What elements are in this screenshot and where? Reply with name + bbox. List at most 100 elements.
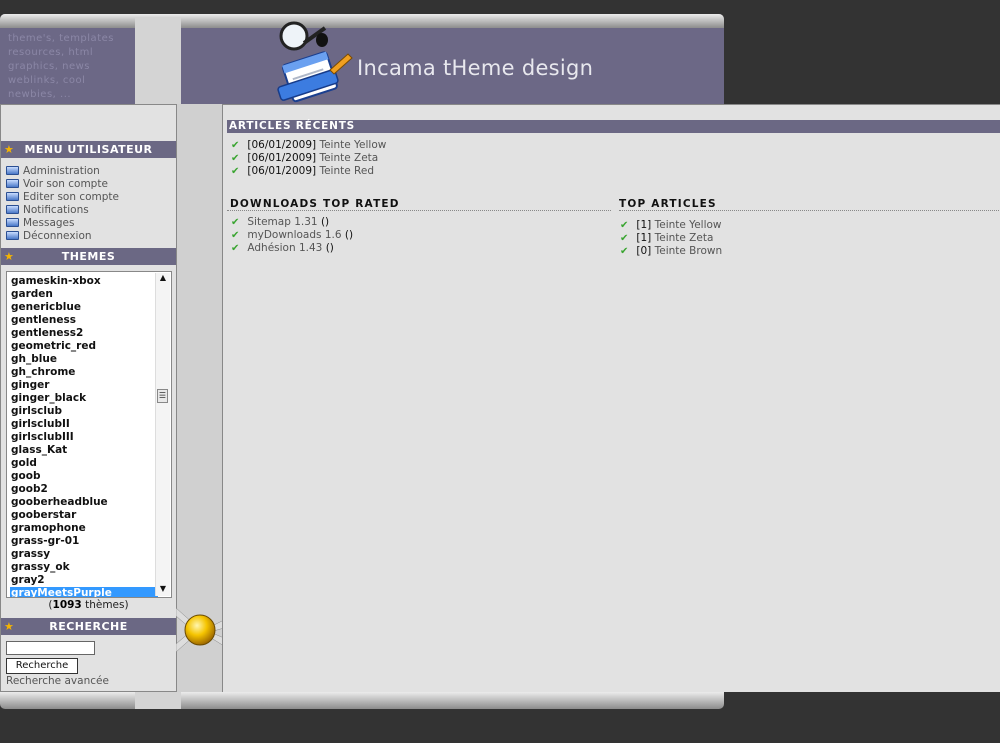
search-input[interactable] [6,641,95,655]
search-title: RECHERCHE [49,620,128,633]
main-content: ARTICLES RÉCENTS ✔ [06/01/2009] Teinte Ye… [222,104,1000,692]
menu-item-label: Voir son compte [23,178,108,190]
theme-option[interactable]: girlsclub [10,405,158,418]
folder-icon [6,179,19,188]
top-articles-title: TOP ARTICLES [619,198,717,210]
list-item: ✔ [1] Teinte Zeta [620,232,722,245]
header-tagline: theme's, templates resources, html graph… [8,32,128,102]
article-link[interactable]: Teinte Yellow [319,139,386,151]
article-hits: [1] [636,219,652,231]
checkmark-icon: ✔ [231,153,240,164]
footer-bar [0,692,724,709]
theme-option[interactable]: garden [10,288,158,301]
download-link[interactable]: Sitemap 1.31 [247,216,317,228]
theme-option[interactable]: ginger_black [10,392,158,405]
menu-item-logout[interactable]: Déconnexion [6,230,119,243]
article-link[interactable]: Teinte Red [319,165,374,177]
download-link[interactable]: Adhésion 1.43 [247,242,322,254]
checkmark-icon: ✔ [231,140,240,151]
scroll-down-icon[interactable]: ▼ [156,584,170,596]
list-item: ✔ Sitemap 1.31 () [231,216,353,229]
article-link[interactable]: Teinte Zeta [319,152,378,164]
theme-option[interactable]: grassy [10,548,158,561]
article-link[interactable]: Teinte Brown [655,245,723,257]
tagline-line: theme's, templates [8,33,114,44]
scroll-thumb[interactable]: ☰ [157,389,168,403]
theme-listbox[interactable]: gameskin-xbox garden genericblue gentleness… [6,271,172,598]
downloads-top-rated-title: DOWNLOADS TOP RATED [230,198,400,210]
article-date: [06/01/2009] [247,165,317,177]
theme-option[interactable]: girlsclubIII [10,431,158,444]
menu-item-edit-account[interactable]: Editer son compte [6,191,119,204]
theme-list: gameskin-xbox garden genericblue gentleness… [10,275,158,597]
yellow-ball-icon [176,607,224,653]
recent-articles-header: ARTICLES RÉCENTS [227,120,1000,133]
list-item: ✔ Adhésion 1.43 () [231,242,353,255]
divider [619,210,999,211]
search-button[interactable]: Recherche [6,658,78,674]
theme-option[interactable]: gold [10,457,158,470]
divider [227,210,611,211]
theme-option[interactable]: gooberstar [10,509,158,522]
sidebar: ★ MENU UTILISATEUR Administration Voir s… [0,104,177,692]
theme-option[interactable]: grayMeetsPurple [10,587,158,597]
menu-item-view-account[interactable]: Voir son compte [6,178,119,191]
download-link[interactable]: myDownloads 1.6 [247,229,341,241]
theme-option[interactable]: gray2 [10,574,158,587]
advanced-search-link[interactable]: Recherche avancée [6,675,109,687]
checkmark-icon: ✔ [620,220,629,231]
header-column-strip [135,18,181,108]
star-icon: ★ [4,143,15,156]
theme-option[interactable]: gh_blue [10,353,158,366]
theme-option[interactable]: gooberheadblue [10,496,158,509]
checkmark-icon: ✔ [231,243,240,254]
download-rating: () [320,216,330,228]
theme-option[interactable]: grass-gr-01 [10,535,158,548]
menu-item-label: Messages [23,217,75,229]
article-link[interactable]: Teinte Yellow [655,219,722,231]
checkmark-icon: ✔ [620,233,629,244]
theme-option[interactable]: gh_chrome [10,366,158,379]
checkmark-icon: ✔ [231,166,240,177]
theme-option[interactable]: goob2 [10,483,158,496]
theme-option[interactable]: gameskin-xbox [10,275,158,288]
theme-option[interactable]: geometric_red [10,340,158,353]
menu-item-administration[interactable]: Administration [6,165,119,178]
menu-item-notifications[interactable]: Notifications [6,204,119,217]
menu-item-label: Administration [23,165,100,177]
menu-item-label: Déconnexion [23,230,92,242]
menu-header: ★ MENU UTILISATEUR [1,141,176,158]
theme-count-suffix: thèmes) [81,599,129,611]
list-item: ✔ [06/01/2009] Teinte Red [231,165,386,178]
article-link[interactable]: Teinte Zeta [655,232,714,244]
tagline-line: weblinks, cool [8,75,86,86]
theme-option[interactable]: glass_Kat [10,444,158,457]
theme-option[interactable]: gentleness [10,314,158,327]
downloads-list: ✔ Sitemap 1.31 () ✔ myDownloads 1.6 () ✔ Ad… [231,216,353,255]
theme-option[interactable]: goob [10,470,158,483]
theme-option[interactable]: ginger [10,379,158,392]
folder-icon [6,192,19,201]
list-item: ✔ [06/01/2009] Teinte Yellow [231,139,386,152]
menu-title: MENU UTILISATEUR [24,143,153,156]
theme-option[interactable]: gentleness2 [10,327,158,340]
search-header: ★ RECHERCHE [1,618,176,635]
menu-item-label: Notifications [23,204,89,216]
user-menu: Administration Voir son compte Editer so… [6,165,119,243]
theme-scrollbar[interactable]: ▲ ☰ ▼ [155,273,170,596]
folder-icon [6,205,19,214]
folder-icon [6,166,19,175]
list-item: ✔ myDownloads 1.6 () [231,229,353,242]
scroll-up-icon[interactable]: ▲ [156,273,170,285]
magnifier-document-icon [277,21,353,103]
theme-option[interactable]: girlsclubII [10,418,158,431]
checkmark-icon: ✔ [620,246,629,257]
theme-option[interactable]: grassy_ok [10,561,158,574]
menu-item-messages[interactable]: Messages [6,217,119,230]
star-icon: ★ [4,250,15,263]
theme-option[interactable]: genericblue [10,301,158,314]
themes-header: ★ THEMES [1,248,176,265]
article-date: [06/01/2009] [247,152,317,164]
list-item: ✔ [1] Teinte Yellow [620,219,722,232]
theme-option[interactable]: gramophone [10,522,158,535]
